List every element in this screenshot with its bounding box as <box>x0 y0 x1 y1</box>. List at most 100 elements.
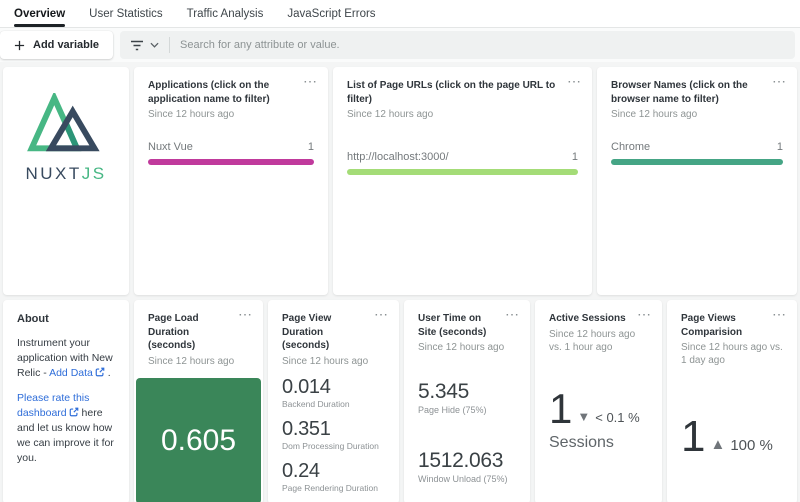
card-page-urls: List of Page URLs (click on the page URL… <box>333 67 592 295</box>
card-menu-icon[interactable]: ⋯ <box>505 307 520 321</box>
application-name-link[interactable]: Nuxt Vue <box>148 141 193 153</box>
trend-up-icon: ▲ <box>710 436 726 454</box>
tab-javascript-errors[interactable]: JavaScript Errors <box>287 0 375 27</box>
tab-traffic-analysis[interactable]: Traffic Analysis <box>187 0 264 27</box>
attribute-search-bar <box>120 31 795 59</box>
metric-label: Dom Processing Duration <box>282 440 379 451</box>
card-page-views-comparison: Page Views Comparision Since 12 hours ag… <box>667 300 797 502</box>
bar-row: http://localhost:3000/ 1 <box>347 151 578 163</box>
about-paragraph-2: Please rate this dashboard here and let … <box>17 391 115 467</box>
card-menu-icon[interactable]: ⋯ <box>772 307 787 321</box>
comparison-widget: 1 ▲ 100 % <box>681 412 783 461</box>
wordmark-js: JS <box>81 164 107 183</box>
bar-value: 1 <box>307 141 314 153</box>
chevron-down-icon <box>150 42 159 48</box>
metric-value: 0.351 <box>282 417 331 440</box>
metric: 0.24 Page Rendering Duration <box>282 460 385 493</box>
active-sessions-value: 1 <box>549 384 573 432</box>
card-subtitle: Since 12 hours ago vs. 1 hour ago <box>549 328 636 353</box>
comparison-widget: 1 ▼ < 0.1 % <box>549 384 648 432</box>
tab-user-statistics[interactable]: User Statistics <box>89 0 163 27</box>
metric: 0.014 Backend Duration <box>282 376 385 409</box>
card-menu-icon[interactable]: ⋯ <box>238 307 253 321</box>
tab-user-statistics-label: User Statistics <box>89 7 163 20</box>
nuxtjs-logo-icon <box>27 93 100 152</box>
metric: 5.345 Page Hide (75%) <box>418 380 516 415</box>
bar-browser <box>611 159 783 165</box>
metric: 0.351 Dom Processing Duration <box>282 418 385 451</box>
delta-value: < 0.1 % <box>595 409 640 425</box>
card-subtitle: Since 12 hours ago <box>148 109 235 120</box>
card-title: List of Page URLs (click on the page URL… <box>347 80 556 105</box>
bar-row: Chrome 1 <box>611 141 783 153</box>
card-title: About <box>17 313 49 325</box>
card-browser-names: Browser Names (click on the browser name… <box>597 67 797 295</box>
add-variable-label: Add variable <box>33 39 100 51</box>
metric-value: 5.345 <box>418 380 470 403</box>
card-title: Applications (click on the application n… <box>148 80 270 105</box>
card-menu-icon[interactable]: ⋯ <box>567 74 582 88</box>
card-menu-icon[interactable]: ⋯ <box>637 307 652 321</box>
card-menu-icon[interactable]: ⋯ <box>303 74 318 88</box>
dashboard-row-1: NUXTJS Applications (click on the applic… <box>3 67 797 295</box>
delta-value: 100 % <box>730 437 773 455</box>
metric-label: Page Hide (75%) <box>418 405 487 416</box>
card-nuxtjs-logo: NUXTJS <box>3 67 129 295</box>
bar-table: Chrome 1 <box>611 141 783 165</box>
tab-bar: Overview User Statistics Traffic Analysi… <box>0 0 800 28</box>
tab-javascript-errors-label: JavaScript Errors <box>287 7 376 20</box>
add-data-link[interactable]: Add Data <box>49 367 93 379</box>
card-subtitle: Since 12 hours ago <box>347 109 434 120</box>
search-input[interactable] <box>180 39 785 51</box>
page-url-link[interactable]: http://localhost:3000/ <box>347 151 449 163</box>
trend-down-icon: ▼ <box>577 408 591 424</box>
card-title: Browser Names (click on the browser name… <box>611 80 748 105</box>
card-user-time-on-site: User Time on Site (seconds) Since 12 hou… <box>404 300 530 502</box>
divider <box>169 37 171 53</box>
metric-list: 0.014 Backend Duration 0.351 Dom Process… <box>282 376 385 502</box>
browser-name-link[interactable]: Chrome <box>611 141 650 153</box>
bar-applications <box>148 159 314 165</box>
card-subtitle: Since 12 hours ago <box>611 109 698 120</box>
external-link-icon <box>95 367 105 377</box>
metric-label: Window Unload (75%) <box>418 474 508 485</box>
card-active-sessions: Active Sessions Since 12 hours ago vs. 1… <box>535 300 662 502</box>
card-menu-icon[interactable]: ⋯ <box>772 74 787 88</box>
card-subtitle: Since 12 hours ago <box>418 342 505 353</box>
add-variable-button[interactable]: Add variable <box>0 31 114 59</box>
card-title: Active Sessions <box>549 313 626 324</box>
tab-traffic-analysis-label: Traffic Analysis <box>186 7 264 20</box>
metric-label: Page Rendering Duration <box>282 482 378 493</box>
metric-label: Backend Duration <box>282 398 350 409</box>
metric: 1512.063 Window Unload (75%) <box>418 449 516 484</box>
bar-table: http://localhost:3000/ 1 <box>347 151 578 175</box>
metric-value: 1512.063 <box>418 449 504 473</box>
card-subtitle: Since 12 hours ago <box>148 355 235 367</box>
card-title: Page Load Duration (seconds) <box>148 313 199 351</box>
filter-icon <box>131 40 144 51</box>
card-title: Page View Duration (seconds) <box>282 313 332 351</box>
card-about: About Instrument your application with N… <box>3 300 129 502</box>
dashboard: NUXTJS Applications (click on the applic… <box>0 62 800 502</box>
filter-menu-button[interactable] <box>130 39 159 51</box>
metric-value: 0.014 <box>282 375 331 398</box>
tab-overview-label: Overview <box>14 7 66 20</box>
about-paragraph-1: Instrument your application with New Rel… <box>17 336 115 382</box>
plus-icon <box>14 40 25 50</box>
metric-value: 0.24 <box>282 459 320 482</box>
bar-value: 1 <box>571 151 578 163</box>
card-menu-icon[interactable]: ⋯ <box>374 307 389 321</box>
card-subtitle: Since 12 hours ago vs. 1 day ago <box>681 342 783 366</box>
page-views-value: 1 <box>681 412 706 461</box>
billboard: 0.605 <box>136 377 261 502</box>
tab-overview[interactable]: Overview <box>14 0 66 27</box>
card-page-view-duration: Page View Duration (seconds) Since 12 ho… <box>268 300 399 502</box>
bar-page-url <box>347 169 578 175</box>
about-text: . <box>104 367 111 380</box>
nuxtjs-wordmark: NUXTJS <box>25 164 106 184</box>
card-title: User Time on Site (seconds) <box>418 313 487 338</box>
filter-toolbar: Add variable <box>0 28 800 62</box>
bar-row: Nuxt Vue 1 <box>148 141 314 153</box>
bar-value: 1 <box>776 141 783 153</box>
dashboard-row-2: About Instrument your application with N… <box>3 300 797 502</box>
